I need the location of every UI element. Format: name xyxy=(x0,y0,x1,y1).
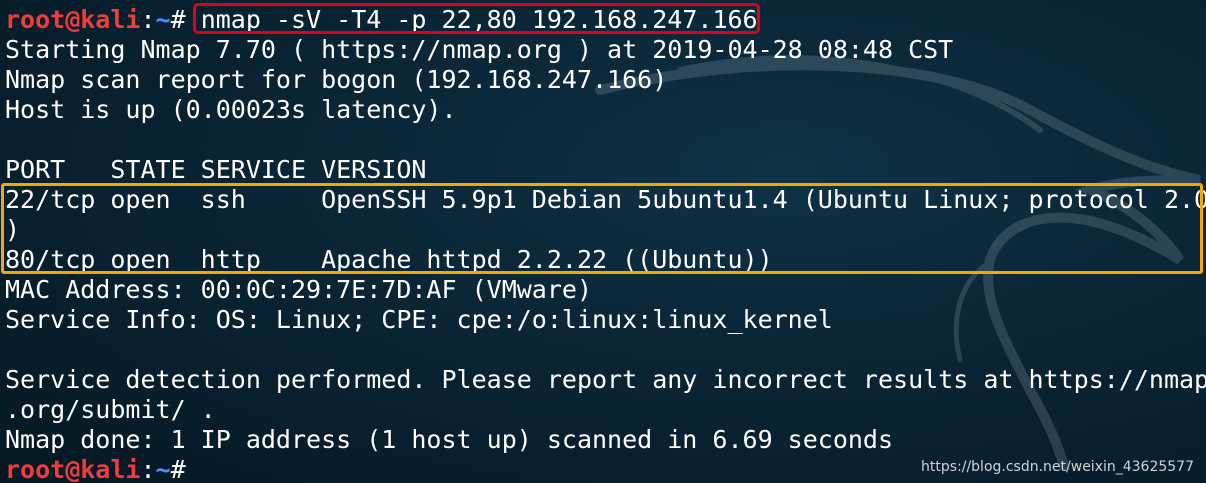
output-line: Service Info: OS: Linux; CPE: cpe:/o:lin… xyxy=(5,305,833,334)
watermark: https://blog.csdn.net/weixin_43625577 xyxy=(920,459,1194,475)
prompt-path: ~ xyxy=(155,5,171,34)
port-row-http: 80/tcp open http Apache httpd 2.2.22 ((U… xyxy=(5,245,773,274)
output-line: Nmap scan report for bogon (192.168.247.… xyxy=(5,65,668,94)
output-line: MAC Address: 00:0C:29:7E:7D:AF (VMware) xyxy=(5,275,592,304)
prompt-separator: : xyxy=(140,5,156,34)
port-table-header: PORT STATE SERVICE VERSION xyxy=(5,155,427,184)
prompt-symbol: # xyxy=(170,5,201,34)
terminal-output: root@kali:~# nmap -sV -T4 -p 22,80 192.1… xyxy=(5,5,1206,483)
command-text: nmap -sV -T4 -p 22,80 192.168.247.166 xyxy=(200,5,758,34)
output-line: Host is up (0.00023s latency). xyxy=(5,95,457,124)
prompt-symbol: # xyxy=(170,455,201,483)
output-line: Starting Nmap 7.70 ( https://nmap.org ) … xyxy=(5,35,954,64)
prompt-user: root@kali xyxy=(5,5,141,34)
prompt-user: root@kali xyxy=(5,455,141,483)
output-line: Nmap done: 1 IP address (1 host up) scan… xyxy=(5,425,894,454)
output-line: Service detection performed. Please repo… xyxy=(5,365,1206,394)
prompt-path: ~ xyxy=(155,455,171,483)
port-row-ssh: 22/tcp open ssh OpenSSH 5.9p1 Debian 5ub… xyxy=(5,185,1206,214)
terminal-window[interactable]: root@kali:~# nmap -sV -T4 -p 22,80 192.1… xyxy=(0,0,1206,483)
prompt-separator: : xyxy=(140,455,156,483)
output-line: .org/submit/ . xyxy=(5,395,216,424)
port-row-ssh-wrap: ) xyxy=(5,215,21,244)
prompt-line: root@kali:~# nmap -sV -T4 -p 22,80 192.1… xyxy=(5,5,1206,35)
